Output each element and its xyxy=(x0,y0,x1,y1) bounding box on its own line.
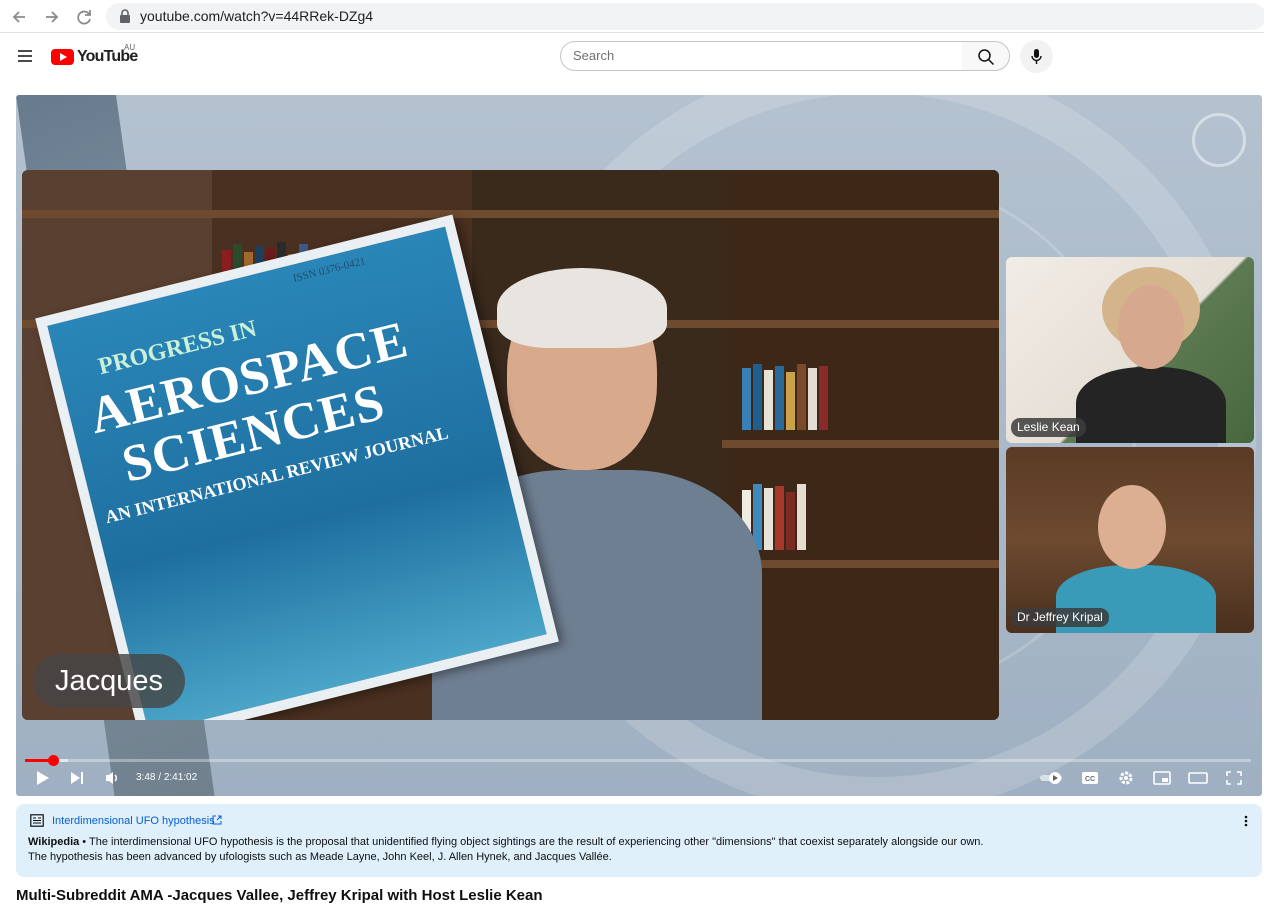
main-speaker-feed: ISSN 0376-0421 PROGRESS IN AEROSPACE SCI… xyxy=(22,170,999,720)
time-separator: / xyxy=(155,772,164,783)
name-tag-jacques: Jacques xyxy=(33,654,186,708)
shelf-board xyxy=(722,440,999,448)
info-panel-description-line1: Wikipedia • The interdimensional UFO hyp… xyxy=(28,836,983,848)
journal-issn: ISSN 0376-0421 xyxy=(291,255,367,285)
progress-bar[interactable] xyxy=(25,755,1251,766)
information-panel: Interdimensional UFO hypothesis Wikipedi… xyxy=(16,804,1262,877)
url-text: youtube.com/watch?v=44RRek-DZg4 xyxy=(140,8,374,24)
participant-head xyxy=(1098,485,1166,569)
lock-icon xyxy=(120,9,130,23)
name-tag-jeffrey: Dr Jeffrey Kripal xyxy=(1011,608,1109,627)
info-text-line2: The hypothesis has been advanced by ufol… xyxy=(28,851,612,863)
book-row xyxy=(742,480,999,550)
volume-icon xyxy=(106,772,117,784)
search-input[interactable] xyxy=(573,48,953,63)
miniplayer-icon xyxy=(1153,771,1171,785)
info-panel-title-link[interactable]: Interdimensional UFO hypothesis xyxy=(52,815,215,827)
play-button[interactable] xyxy=(34,767,52,789)
more-vert-icon[interactable] xyxy=(1240,814,1252,828)
autoplay-toggle-icon xyxy=(1040,772,1062,784)
name-tag-leslie: Leslie Kean xyxy=(1011,418,1086,437)
svg-text:CC: CC xyxy=(1085,776,1095,783)
fullscreen-button[interactable] xyxy=(1224,767,1244,789)
video-title: Multi-Subreddit AMA -Jacques Vallee, Jef… xyxy=(16,887,543,904)
info-bullet: • xyxy=(79,836,90,848)
autoplay-toggle[interactable] xyxy=(1038,767,1066,789)
address-bar[interactable]: youtube.com/watch?v=44RRek-DZg4 xyxy=(106,3,1264,30)
search-icon xyxy=(978,49,995,66)
time-display: 3:48 / 2:41:02 xyxy=(136,772,197,783)
play-icon xyxy=(37,771,49,785)
next-button[interactable] xyxy=(68,767,86,789)
current-time: 3:48 xyxy=(136,772,156,783)
theater-mode-button[interactable] xyxy=(1188,767,1208,789)
settings-icon xyxy=(1119,771,1133,785)
channel-watermark-icon xyxy=(1192,113,1246,167)
settings-button[interactable] xyxy=(1116,767,1136,789)
participant-head xyxy=(1118,285,1184,369)
miniplayer-button[interactable] xyxy=(1152,767,1172,789)
external-link-icon[interactable] xyxy=(212,815,222,825)
captions-button[interactable]: CC xyxy=(1080,767,1100,789)
video-player[interactable]: ISSN 0376-0421 PROGRESS IN AEROSPACE SCI… xyxy=(16,95,1262,796)
mic-icon xyxy=(1031,49,1042,64)
theater-icon xyxy=(1188,772,1208,784)
back-arrow-icon[interactable] xyxy=(8,6,30,28)
progress-scrubber-handle[interactable] xyxy=(48,755,60,766)
youtube-play-logo-icon xyxy=(51,49,74,65)
youtube-header: YouTube AU xyxy=(0,34,1264,82)
next-icon xyxy=(71,772,83,784)
search-button[interactable] xyxy=(962,41,1010,71)
total-duration: 2:41:02 xyxy=(163,772,198,783)
participant-body xyxy=(1076,367,1226,443)
voice-search-button[interactable] xyxy=(1020,40,1053,73)
info-panel-icon xyxy=(30,814,44,827)
info-text-line1: The interdimensional UFO hypothesis is t… xyxy=(89,836,984,848)
reload-icon[interactable] xyxy=(73,6,95,28)
book-row xyxy=(742,360,999,430)
forward-arrow-icon[interactable] xyxy=(41,6,63,28)
browser-toolbar: youtube.com/watch?v=44RRek-DZg4 xyxy=(0,0,1264,33)
mute-button[interactable] xyxy=(104,767,122,789)
participant-feed-leslie: Leslie Kean xyxy=(1006,257,1254,443)
info-source: Wikipedia xyxy=(28,836,80,848)
speaker-hair xyxy=(497,268,667,348)
shelf-board xyxy=(22,210,999,218)
search-box[interactable] xyxy=(560,41,963,71)
participant-feed-jeffrey: Dr Jeffrey Kripal xyxy=(1006,447,1254,633)
youtube-logo[interactable]: YouTube AU xyxy=(51,43,141,68)
menu-icon[interactable] xyxy=(16,47,34,65)
captions-icon: CC xyxy=(1082,772,1098,784)
country-code: AU xyxy=(124,43,136,52)
fullscreen-icon xyxy=(1226,771,1242,785)
shelf-board xyxy=(722,560,999,568)
